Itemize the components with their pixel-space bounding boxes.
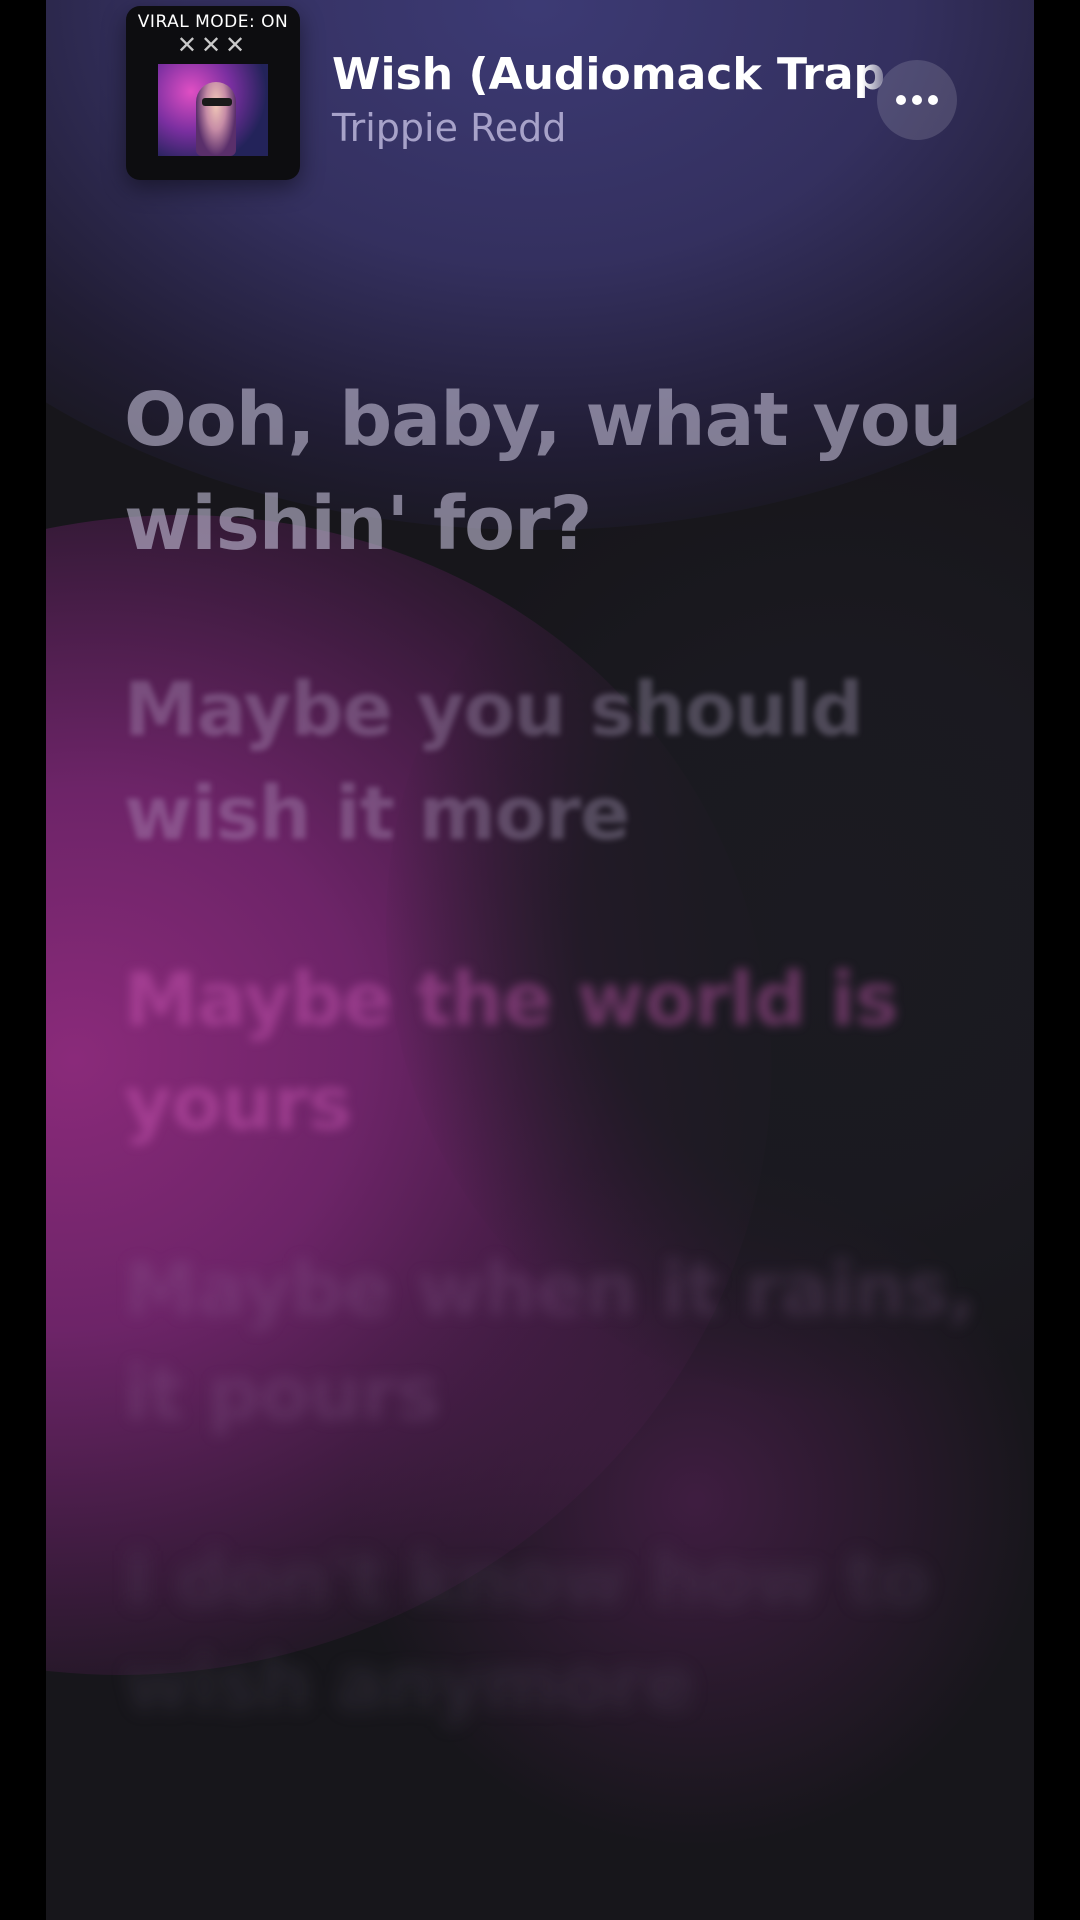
lyric-line-current[interactable]: Ooh, baby, what you wishin' for? <box>124 368 984 576</box>
album-art-banner: VIRAL MODE: ON <box>137 12 289 32</box>
ellipsis-icon <box>912 95 922 105</box>
album-artwork[interactable]: VIRAL MODE: ON ✕✕✕ <box>126 6 300 180</box>
now-playing-header: VIRAL MODE: ON ✕✕✕ Wish (Audiomack Trap … <box>46 0 1034 190</box>
more-options-button[interactable] <box>877 60 957 140</box>
lyric-line[interactable]: Maybe the world is yours <box>124 948 984 1156</box>
song-title[interactable]: Wish (Audiomack Trap Symphony) <box>332 50 896 100</box>
artist-name[interactable]: Trippie Redd <box>332 104 566 152</box>
ellipsis-icon <box>896 95 906 105</box>
ellipsis-icon <box>928 95 938 105</box>
album-art-figure <box>196 82 236 156</box>
album-art-glasses <box>202 98 232 106</box>
lyrics-screen: VIRAL MODE: ON ✕✕✕ Wish (Audiomack Trap … <box>46 0 1034 1920</box>
lyric-line[interactable]: I don't know how to wish anymore <box>124 1528 984 1736</box>
album-art-marks: ✕✕✕ <box>176 32 250 59</box>
lyric-line[interactable]: Maybe you should wish it more <box>124 658 984 866</box>
lyric-line[interactable]: Maybe when it rains, it pours <box>124 1238 984 1446</box>
lyrics-list: Ooh, baby, what you wishin' for? Maybe y… <box>124 368 984 1818</box>
album-art-image <box>158 64 268 156</box>
